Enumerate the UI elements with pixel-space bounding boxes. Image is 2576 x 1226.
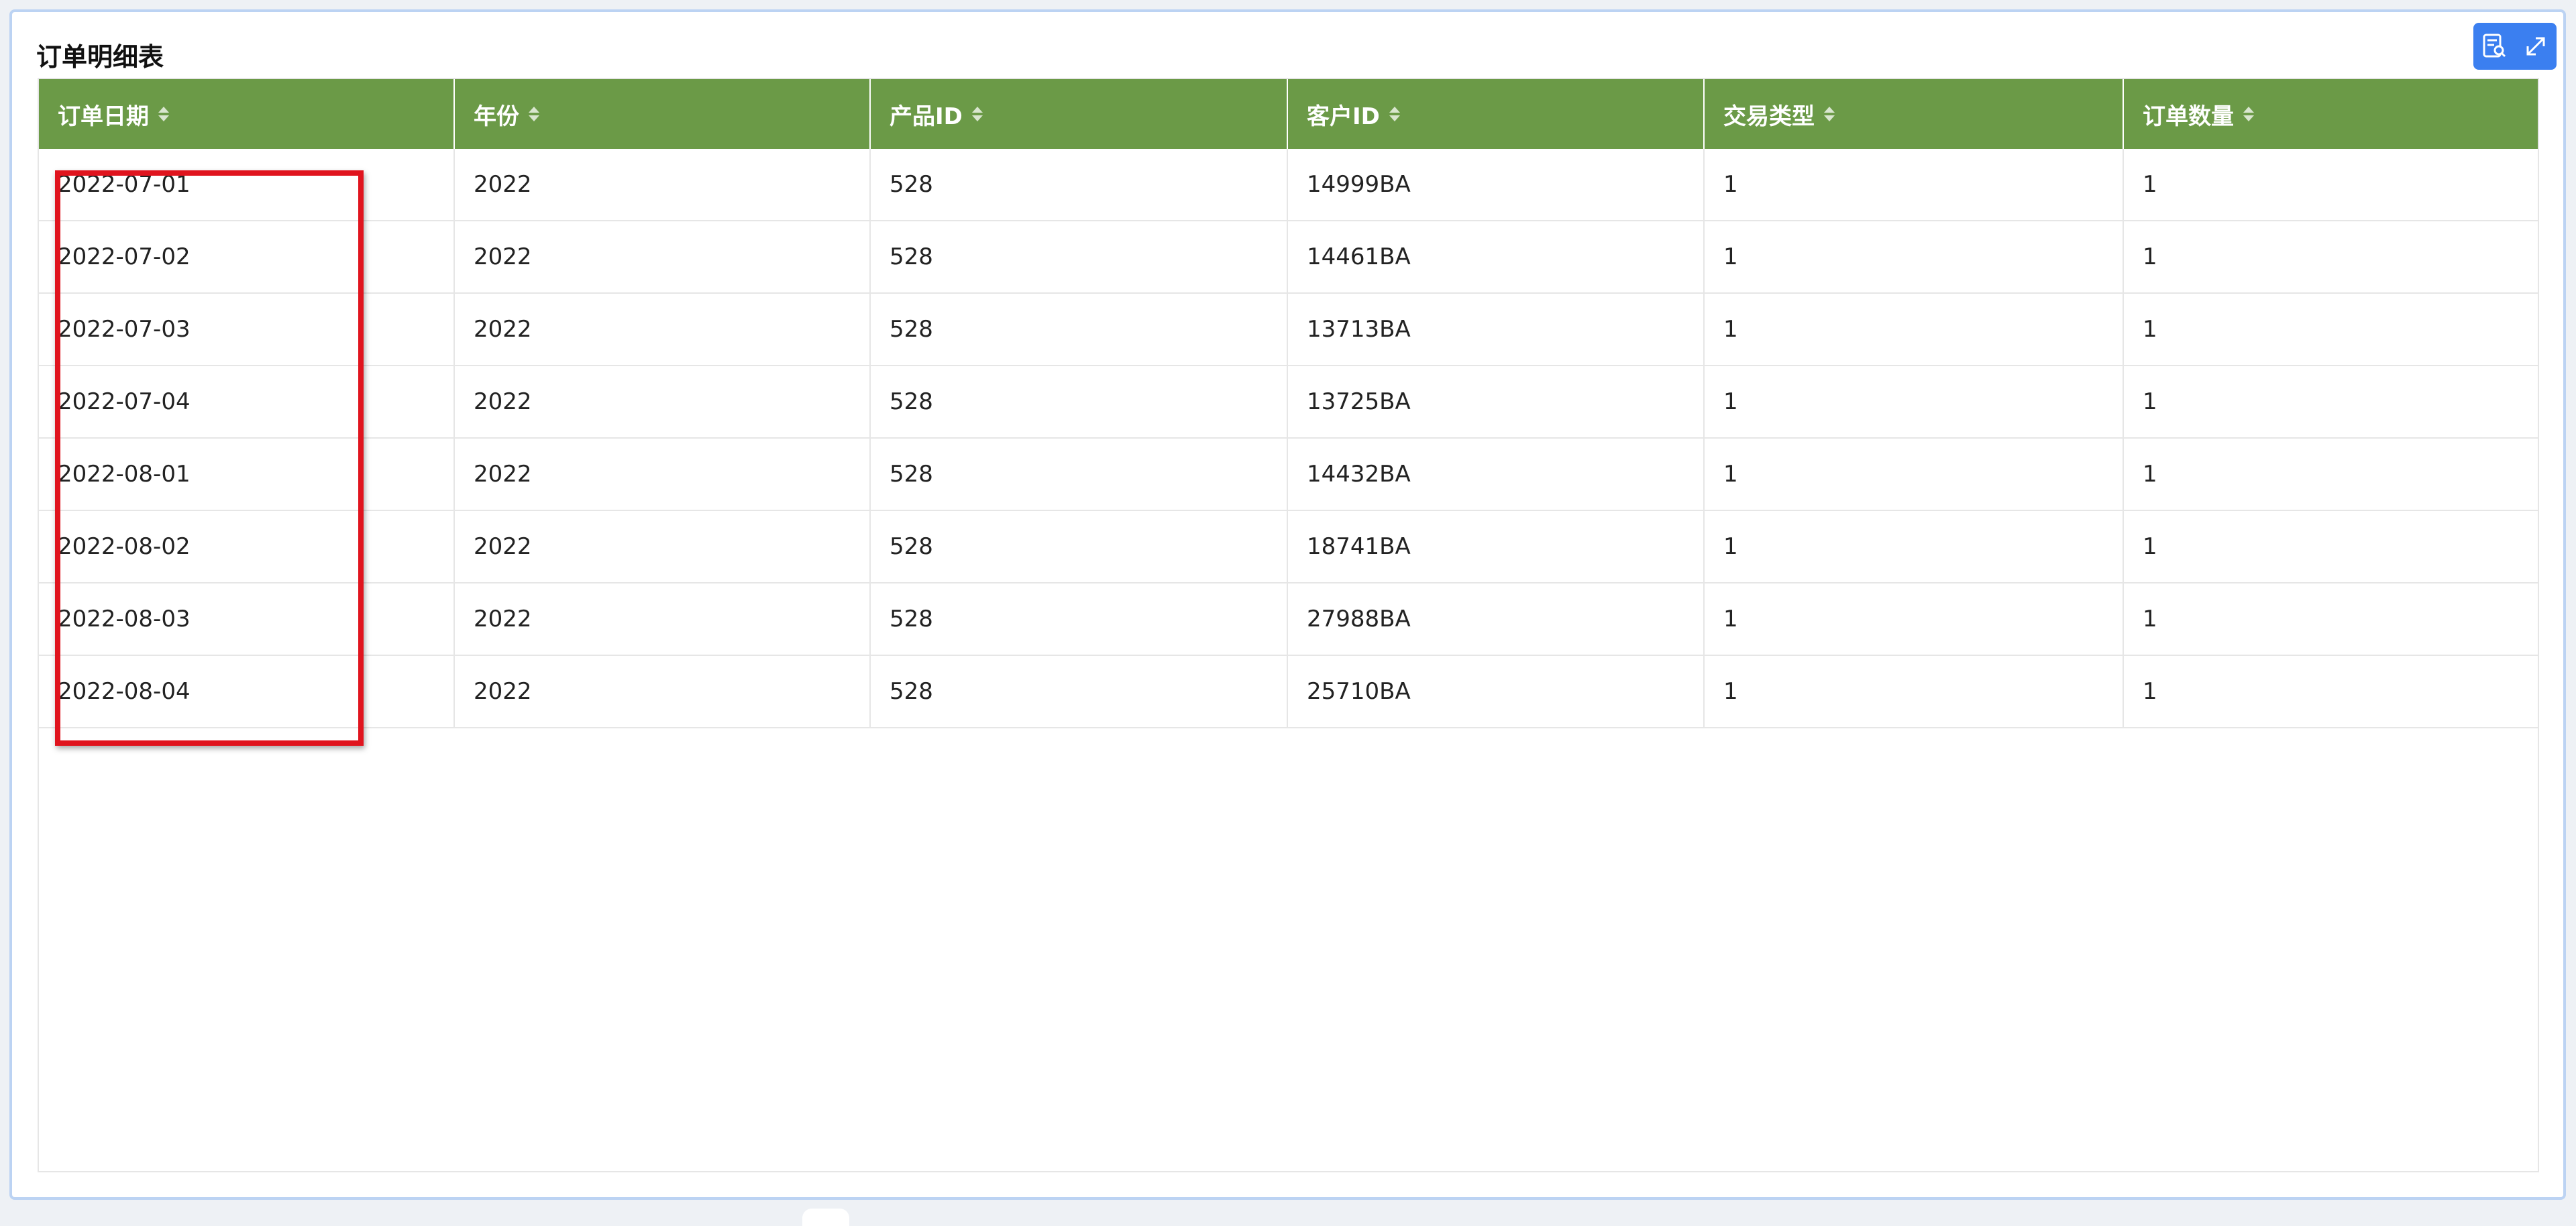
column-header-customer-id[interactable]: 客户ID	[1288, 79, 1705, 149]
bottom-handle	[802, 1209, 849, 1226]
cell-order-quantity: 1	[2143, 678, 2157, 705]
cell-order-date: 2022-07-02	[39, 221, 455, 292]
sort-icon[interactable]	[1823, 105, 1836, 123]
cell-product-id: 528	[871, 511, 1288, 582]
column-label: 订单数量	[2143, 103, 2234, 130]
panel-toolbar	[2473, 23, 2557, 70]
cell-product-id: 528	[871, 366, 1288, 437]
table-row: 2022-07-03 2022 528 13713BA 1 1	[39, 294, 2538, 366]
cell-customer-id: 14999BA	[1288, 149, 1705, 220]
column-header-order-quantity[interactable]: 订单数量	[2124, 79, 2538, 149]
cell-customer-id: 25710BA	[1288, 656, 1705, 727]
data-view-icon[interactable]	[2479, 32, 2509, 61]
sort-icon[interactable]	[1388, 105, 1401, 123]
sort-icon[interactable]	[2242, 105, 2255, 123]
table-row: 2022-08-03 2022 528 27988BA 1 1	[39, 583, 2538, 656]
order-detail-table: 订单日期 年份 产品ID 客户ID 交易类型 订单数量 2022-07-01 2…	[38, 78, 2539, 1172]
cell-customer-id: 13713BA	[1288, 294, 1705, 365]
column-label: 年份	[474, 103, 519, 130]
sort-icon[interactable]	[971, 105, 984, 123]
table-row: 2022-07-01 2022 528 14999BA 1 1	[39, 149, 2538, 221]
column-label: 客户ID	[1307, 103, 1380, 130]
cell-year: 2022	[455, 294, 871, 365]
table-row: 2022-07-04 2022 528 13725BA 1 1	[39, 366, 2538, 439]
cell-product-id: 528	[871, 221, 1288, 292]
table-row: 2022-08-01 2022 528 14432BA 1 1	[39, 439, 2538, 511]
cell-order-quantity: 1	[2143, 606, 2157, 632]
cell-order-date: 2022-07-03	[39, 294, 455, 365]
cell-order-quantity: 1	[2143, 243, 2157, 270]
cell-order-quantity: 1	[2143, 171, 2157, 198]
expand-icon[interactable]	[2521, 32, 2551, 61]
cell-product-id: 528	[871, 294, 1288, 365]
table-panel: 订单明细表 订单日期 年份 产品ID 客户ID 交易类型 订单数量 2022-0…	[9, 9, 2566, 1200]
table-row: 2022-07-02 2022 528 14461BA 1 1	[39, 221, 2538, 294]
cell-year: 2022	[455, 221, 871, 292]
cell-product-id: 528	[871, 439, 1288, 510]
table-header: 订单日期 年份 产品ID 客户ID 交易类型 订单数量	[39, 79, 2538, 149]
cell-customer-id: 13725BA	[1288, 366, 1705, 437]
cell-order-date: 2022-08-01	[39, 439, 455, 510]
cell-transaction-type: 1	[1705, 294, 2124, 365]
cell-order-quantity: 1	[2143, 316, 2157, 343]
table-row: 2022-08-02 2022 528 18741BA 1 1	[39, 511, 2538, 583]
cell-order-quantity: 1	[2143, 461, 2157, 488]
column-header-product-id[interactable]: 产品ID	[871, 79, 1288, 149]
cell-order-quantity: 1	[2143, 388, 2157, 415]
column-label: 订单日期	[58, 103, 149, 130]
cell-order-date: 2022-07-01	[39, 149, 455, 220]
column-header-year[interactable]: 年份	[455, 79, 871, 149]
cell-transaction-type: 1	[1705, 221, 2124, 292]
cell-product-id: 528	[871, 656, 1288, 727]
column-label: 产品ID	[890, 103, 963, 130]
cell-order-date: 2022-08-02	[39, 511, 455, 582]
column-header-order-date[interactable]: 订单日期	[39, 79, 455, 149]
cell-order-date: 2022-07-04	[39, 366, 455, 437]
cell-year: 2022	[455, 656, 871, 727]
cell-year: 2022	[455, 439, 871, 510]
cell-customer-id: 27988BA	[1288, 583, 1705, 655]
cell-year: 2022	[455, 583, 871, 655]
cell-product-id: 528	[871, 583, 1288, 655]
cell-transaction-type: 1	[1705, 511, 2124, 582]
column-header-transaction-type[interactable]: 交易类型	[1705, 79, 2124, 149]
cell-transaction-type: 1	[1705, 656, 2124, 727]
cell-transaction-type: 1	[1705, 149, 2124, 220]
sort-icon[interactable]	[157, 105, 170, 123]
cell-transaction-type: 1	[1705, 366, 2124, 437]
cell-order-date: 2022-08-04	[39, 656, 455, 727]
cell-customer-id: 14461BA	[1288, 221, 1705, 292]
column-label: 交易类型	[1723, 103, 1815, 130]
cell-transaction-type: 1	[1705, 439, 2124, 510]
cell-year: 2022	[455, 511, 871, 582]
cell-year: 2022	[455, 366, 871, 437]
cell-product-id: 528	[871, 149, 1288, 220]
cell-order-quantity: 1	[2143, 533, 2157, 560]
cell-transaction-type: 1	[1705, 583, 2124, 655]
cell-customer-id: 14432BA	[1288, 439, 1705, 510]
cell-year: 2022	[455, 149, 871, 220]
cell-order-date: 2022-08-03	[39, 583, 455, 655]
cell-customer-id: 18741BA	[1288, 511, 1705, 582]
sort-icon[interactable]	[527, 105, 541, 123]
table-row: 2022-08-04 2022 528 25710BA 1 1	[39, 656, 2538, 728]
panel-title: 订单明细表	[36, 42, 164, 72]
